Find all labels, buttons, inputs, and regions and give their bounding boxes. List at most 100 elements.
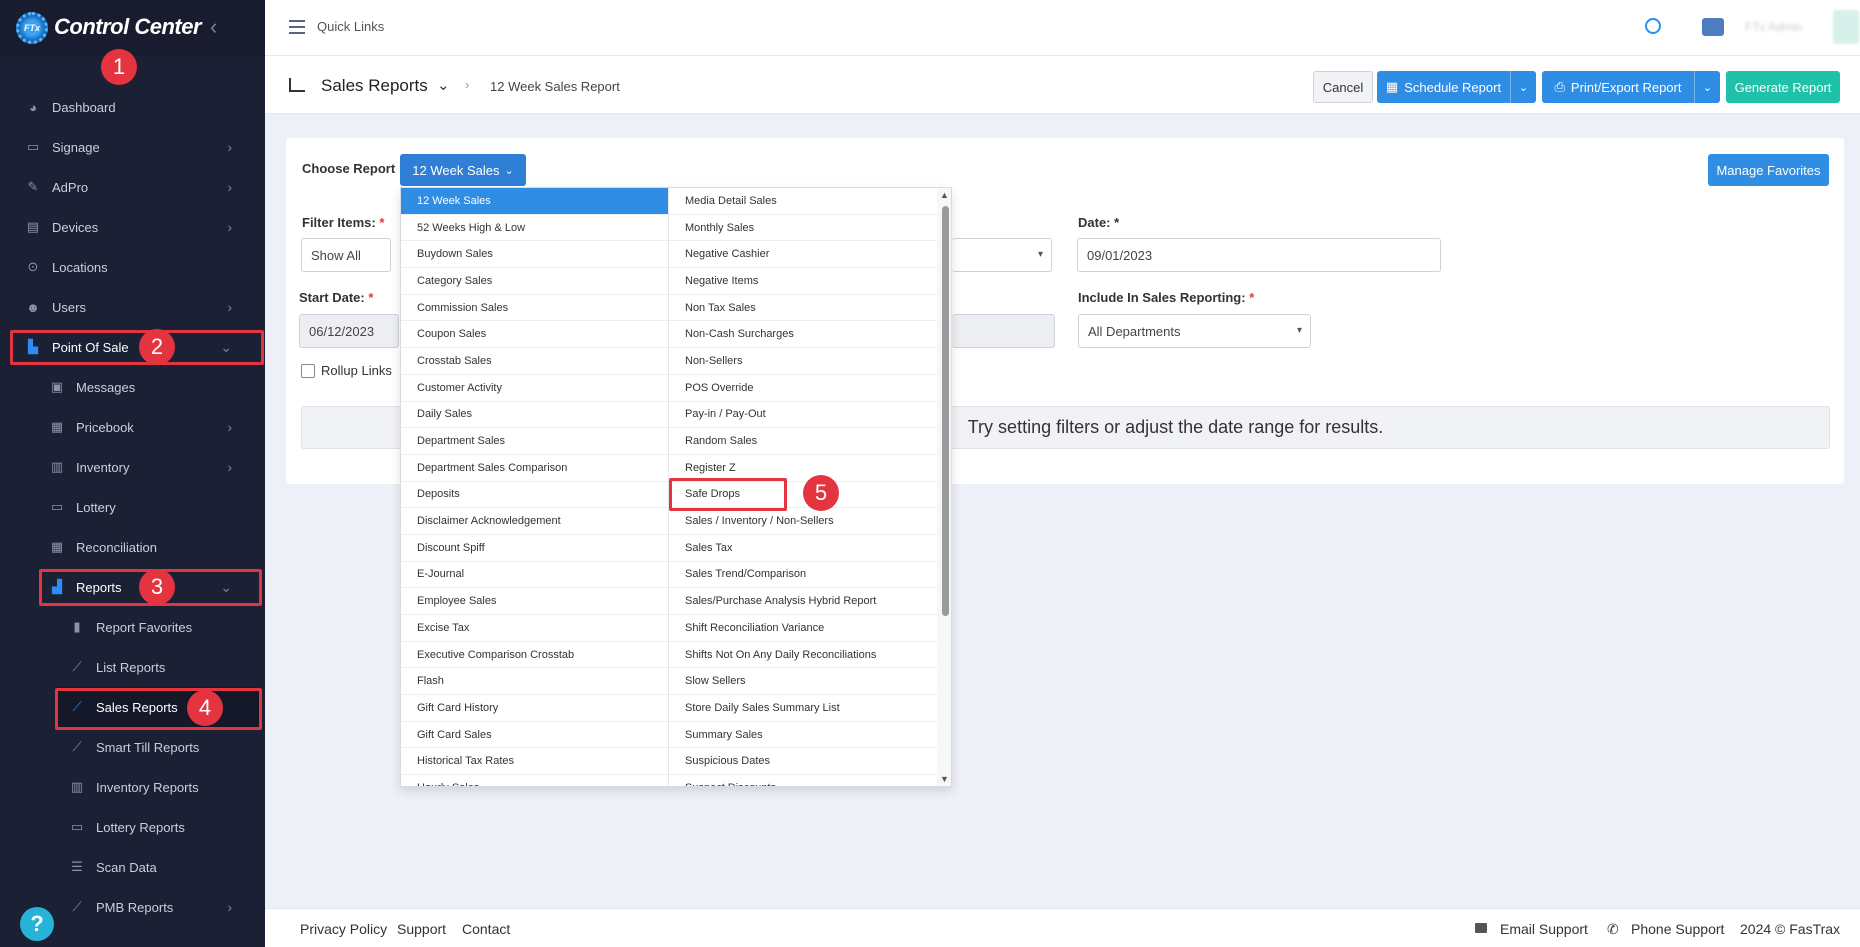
report-option[interactable]: Buydown Sales bbox=[401, 241, 668, 269]
report-option[interactable]: Daily Sales bbox=[401, 402, 668, 429]
scroll-up-icon[interactable]: ▲ bbox=[940, 190, 949, 200]
messages-icon[interactable] bbox=[1702, 18, 1724, 36]
help-icon[interactable]: ? bbox=[20, 907, 54, 941]
sidebar-item-reconciliation[interactable]: ▦ Reconciliation bbox=[48, 527, 254, 567]
report-option[interactable]: POS Override bbox=[669, 375, 937, 402]
end-date-input[interactable] bbox=[952, 314, 1055, 348]
sidebar-item-lottery[interactable]: ▭ Lottery bbox=[48, 487, 254, 527]
cancel-button[interactable]: Cancel bbox=[1313, 71, 1373, 103]
report-option[interactable]: Historical Tax Rates bbox=[401, 748, 668, 776]
search-icon[interactable] bbox=[1645, 18, 1661, 34]
date-input[interactable]: 09/01/2023 bbox=[1077, 238, 1441, 272]
rollup-links-checkbox[interactable] bbox=[301, 364, 315, 378]
report-option[interactable]: Suspicious Dates bbox=[669, 748, 937, 776]
report-option[interactable]: Non-Sellers bbox=[669, 348, 937, 375]
report-option[interactable]: Employee Sales bbox=[401, 588, 668, 615]
sidebar-item-messages[interactable]: ▣ Messages bbox=[48, 367, 254, 407]
report-option[interactable]: Department Sales bbox=[401, 428, 668, 455]
sidebar-item-devices[interactable]: ▤ Devices › bbox=[24, 207, 254, 247]
report-option[interactable]: Negative Cashier bbox=[669, 241, 937, 269]
sidebar-item-lottery-reports[interactable]: ▭ Lottery Reports bbox=[68, 807, 254, 847]
report-option[interactable]: Hourly Sales bbox=[401, 775, 668, 786]
sidebar-item-pricebook[interactable]: ▦ Pricebook › bbox=[48, 407, 254, 447]
report-option[interactable]: Shifts Not On Any Daily Reconciliations bbox=[669, 642, 937, 669]
avatar[interactable] bbox=[1833, 10, 1859, 44]
sidebar-item-locations[interactable]: ⊙ Locations bbox=[24, 247, 254, 287]
print-export-report-button[interactable]: ⎙ Print/Export Report ⌄ bbox=[1542, 71, 1720, 103]
report-option[interactable]: Commission Sales bbox=[401, 295, 668, 322]
manage-favorites-button[interactable]: Manage Favorites bbox=[1708, 154, 1829, 186]
report-option[interactable]: Negative Items bbox=[669, 268, 937, 295]
chevron-down-icon[interactable]: ⌄ bbox=[1694, 71, 1720, 103]
chevron-down-icon[interactable]: ⌄ bbox=[1510, 71, 1536, 103]
menu-icon[interactable] bbox=[289, 20, 305, 34]
sidebar-item-report-favorites[interactable]: ▮ Report Favorites bbox=[68, 607, 254, 647]
sidebar-item-smart-till-reports[interactable]: ⟋ Smart Till Reports bbox=[68, 727, 254, 767]
report-option[interactable]: Discount Spiff bbox=[401, 535, 668, 562]
support-link[interactable]: Support bbox=[397, 921, 446, 937]
choose-report-dropdown[interactable]: 12 Week Sales ⌄ bbox=[400, 154, 526, 186]
sidebar-item-scan-data[interactable]: ☰ Scan Data bbox=[68, 847, 254, 887]
report-option[interactable]: Customer Activity bbox=[401, 375, 668, 402]
generate-report-button[interactable]: Generate Report bbox=[1726, 71, 1840, 103]
sidebar-item-adpro[interactable]: ✎ AdPro › bbox=[24, 167, 254, 207]
sidebar-item-signage[interactable]: ▭ Signage › bbox=[24, 127, 254, 167]
include-in-sales-select[interactable]: All Departments ▾ bbox=[1078, 314, 1311, 348]
scrollbar-thumb[interactable] bbox=[942, 206, 949, 616]
report-option[interactable]: Media Detail Sales bbox=[669, 188, 937, 215]
scroll-down-icon[interactable]: ▼ bbox=[940, 774, 949, 784]
sidebar-item-list-reports[interactable]: ⟋ List Reports bbox=[68, 647, 254, 687]
page-title[interactable]: Sales Reports bbox=[321, 76, 428, 96]
contact-link[interactable]: Contact bbox=[462, 921, 510, 937]
schedule-report-button[interactable]: ▦ Schedule Report ⌄ bbox=[1377, 71, 1536, 103]
sidebar-item-inventory[interactable]: ▥ Inventory › bbox=[48, 447, 254, 487]
report-option[interactable]: Flash bbox=[401, 668, 668, 696]
report-option[interactable]: Sales Tax bbox=[669, 535, 937, 562]
phone-support-link[interactable]: Phone Support bbox=[1631, 921, 1724, 937]
sidebar-item-dashboard[interactable]: ◕ Dashboard bbox=[24, 87, 254, 127]
filter-items-select[interactable]: Show All bbox=[301, 238, 391, 272]
report-option[interactable]: Deposits bbox=[401, 482, 668, 509]
line-chart-icon: ⟋ bbox=[72, 739, 82, 754]
report-option[interactable]: Category Sales bbox=[401, 268, 668, 295]
report-option[interactable]: Executive Comparison Crosstab bbox=[401, 642, 668, 669]
sidebar-item-users[interactable]: ☻ Users › bbox=[24, 287, 254, 327]
report-option[interactable]: Random Sales bbox=[669, 428, 937, 455]
report-option[interactable]: Slow Sellers bbox=[669, 668, 937, 696]
report-option[interactable]: Monthly Sales bbox=[669, 215, 937, 242]
report-option[interactable]: Disclaimer Acknowledgement bbox=[401, 508, 668, 535]
report-option[interactable]: Store Daily Sales Summary List bbox=[669, 695, 937, 722]
filter-items-select-arrow[interactable]: ▾ bbox=[952, 238, 1052, 272]
report-option[interactable]: Coupon Sales bbox=[401, 321, 668, 349]
report-option[interactable]: Gift Card History bbox=[401, 695, 668, 722]
report-option[interactable]: Non-Cash Surcharges bbox=[669, 321, 937, 349]
chevron-down-icon[interactable]: ⌄ bbox=[437, 76, 450, 94]
report-option[interactable]: Summary Sales bbox=[669, 722, 937, 749]
report-option[interactable]: Suspect Discounts bbox=[669, 775, 937, 786]
report-option[interactable]: Crosstab Sales bbox=[401, 348, 668, 375]
report-option[interactable]: 12 Week Sales bbox=[401, 188, 668, 215]
ticket-icon: ▭ bbox=[50, 499, 64, 514]
report-option[interactable]: Gift Card Sales bbox=[401, 722, 668, 749]
sidebar-item-inventory-reports[interactable]: ▥ Inventory Reports bbox=[68, 767, 254, 807]
privacy-policy-link[interactable]: Privacy Policy bbox=[300, 921, 387, 937]
chevron-right-icon: › bbox=[227, 139, 232, 155]
report-option[interactable]: Sales/Purchase Analysis Hybrid Report bbox=[669, 588, 937, 615]
report-option[interactable]: Excise Tax bbox=[401, 615, 668, 642]
email-support-link[interactable]: Email Support bbox=[1500, 921, 1588, 937]
report-option[interactable]: Pay-in / Pay-Out bbox=[669, 402, 937, 429]
report-option[interactable]: 52 Weeks High & Low bbox=[401, 215, 668, 242]
dropdown-scrollbar[interactable]: ▲ ▼ bbox=[937, 188, 951, 786]
report-option[interactable]: Shift Reconciliation Variance bbox=[669, 615, 937, 642]
report-option[interactable]: E-Journal bbox=[401, 562, 668, 589]
user-name[interactable]: FTx Admin bbox=[1745, 20, 1802, 34]
report-option[interactable]: Sales / Inventory / Non-Sellers bbox=[669, 508, 937, 535]
quick-links-link[interactable]: Quick Links bbox=[317, 19, 384, 34]
collapse-sidebar-icon[interactable]: ‹ bbox=[210, 14, 217, 40]
start-date-input[interactable]: 06/12/2023 bbox=[299, 314, 399, 348]
sidebar-item-pmb-reports[interactable]: ⟋ PMB Reports › bbox=[68, 887, 254, 927]
report-option[interactable]: Non Tax Sales bbox=[669, 295, 937, 322]
report-option[interactable]: Department Sales Comparison bbox=[401, 455, 668, 482]
report-option[interactable]: Sales Trend/Comparison bbox=[669, 562, 937, 589]
annotation-box-sales-reports bbox=[55, 688, 262, 730]
